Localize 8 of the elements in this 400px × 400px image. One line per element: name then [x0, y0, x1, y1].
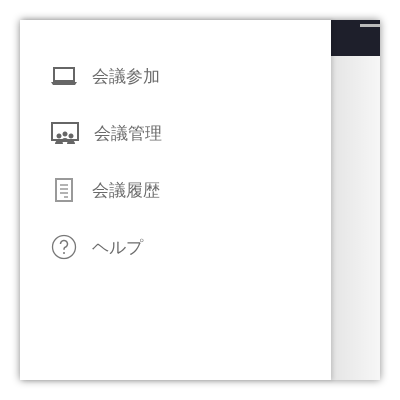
menu-item[interactable]: 会議管理 — [94, 122, 162, 144]
laptop-icon — [50, 66, 78, 86]
header-bar — [360, 24, 380, 27]
presentation-icon — [50, 121, 80, 145]
menu-item[interactable]: 会議履歴 — [92, 178, 160, 202]
menu-item[interactable]: 会議参加 — [92, 64, 160, 88]
menu-item[interactable]: ヘルプ — [92, 236, 143, 258]
help-icon — [50, 234, 78, 260]
